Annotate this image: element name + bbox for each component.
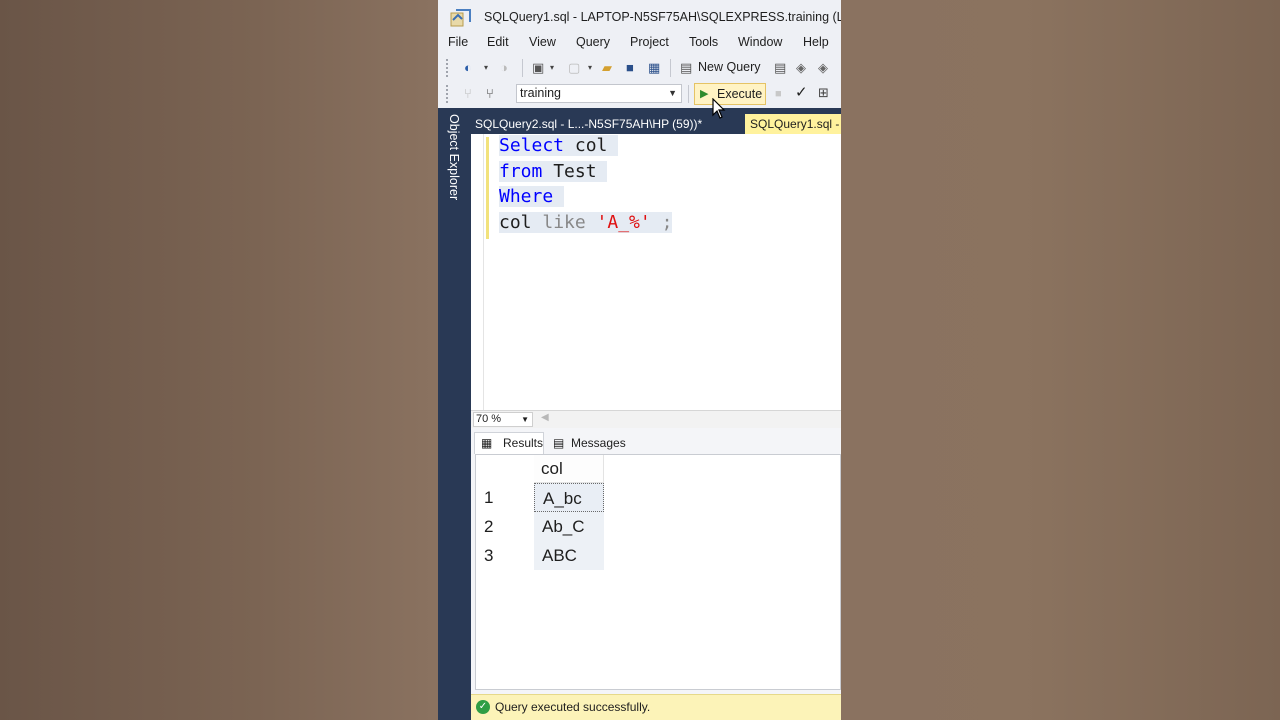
menu-help[interactable]: Help <box>803 35 829 49</box>
messages-tab-label: Messages <box>571 436 626 450</box>
play-icon: ▶ <box>700 88 709 100</box>
mdx-query-icon[interactable]: ◈ <box>796 60 806 76</box>
row-number[interactable]: 1 <box>476 483 534 512</box>
messages-icon: ▤ <box>553 436 565 450</box>
scroll-left-icon[interactable]: ◀ <box>541 412 549 423</box>
row-number[interactable]: 2 <box>476 512 534 541</box>
sql-editor-toolbar: ⑂ ⑂ training ▼ ▶ Execute ■ ✓ ⊞ <box>438 82 841 106</box>
results-grid: col 1 A_bc 2 Ab_C 3 ABC <box>475 454 841 690</box>
add-item-dropdown-icon[interactable]: ▾ <box>588 60 592 76</box>
results-tab-label: Results <box>503 436 544 450</box>
toolbar-separator <box>522 59 523 77</box>
code-text: Test <box>542 161 597 182</box>
execute-button[interactable]: ▶ Execute <box>694 83 766 105</box>
tab-messages[interactable]: ▤ Messages <box>547 434 627 454</box>
results-pane: ▦ Results ▤ Messages col 1 A_bc 2 Ab_C 3… <box>471 428 841 720</box>
ssms-window: SQLQuery1.sql - LAPTOP-N5SF75AH\SQLEXPRE… <box>438 0 841 720</box>
new-query-icon[interactable]: ▤ <box>680 60 692 76</box>
grid-icon: ▦ <box>481 436 493 450</box>
code-line-4: col like 'A_%' ; <box>499 211 673 235</box>
new-query-button[interactable]: New Query <box>698 60 761 74</box>
tab-sqlquery1[interactable]: SQLQuery1.sql - <box>745 114 841 134</box>
menu-edit[interactable]: Edit <box>487 35 509 49</box>
tab-sqlquery2[interactable]: SQLQuery2.sql - L...-N5SF75AH\HP (59))* <box>475 117 702 131</box>
menu-window[interactable]: Window <box>738 35 782 49</box>
result-cell[interactable]: Ab_C <box>534 512 604 541</box>
editor-margin <box>471 134 484 410</box>
back-icon[interactable]: ◐ <box>464 60 472 76</box>
window-title: SQLQuery1.sql - LAPTOP-N5SF75AH\SQLEXPRE… <box>484 10 841 24</box>
code-line-3: Where <box>499 185 565 209</box>
title-bar: SQLQuery1.sql - LAPTOP-N5SF75AH\SQLEXPRE… <box>438 0 841 34</box>
save-all-icon[interactable]: ▦ <box>648 60 660 76</box>
object-explorer-label: Object Explorer <box>447 114 461 201</box>
new-project-dropdown-icon[interactable]: ▾ <box>550 60 554 76</box>
open-file-icon[interactable]: ▰ <box>602 60 612 76</box>
toolbar-separator <box>670 59 671 77</box>
mouse-cursor-icon <box>712 98 726 119</box>
back-dropdown-icon[interactable]: ▾ <box>484 60 488 76</box>
keyword-select: Select <box>499 135 565 156</box>
row-number[interactable]: 3 <box>476 541 534 570</box>
save-icon[interactable]: ■ <box>626 60 634 76</box>
operator-like: like <box>531 212 597 233</box>
forward-icon[interactable]: ◑ <box>500 60 508 76</box>
zoom-value: 70 % <box>476 413 502 425</box>
change-connection-icon[interactable]: ⑂ <box>486 86 494 102</box>
toolbar-grip[interactable] <box>446 59 452 77</box>
code-line-2: from Test <box>499 160 608 184</box>
standard-toolbar: ◐ ▾ ◑ ▣ ▾ ▢ ▾ ▰ ■ ▦ ▤ New Query ▤ ◈ ◈ <box>438 56 841 80</box>
code-line-1: Select col <box>499 134 619 158</box>
menu-query[interactable]: Query <box>576 35 610 49</box>
toolbar-grip[interactable] <box>446 85 452 103</box>
code-text: col <box>564 135 608 156</box>
new-project-icon[interactable]: ▣ <box>532 60 544 76</box>
database-engine-query-icon[interactable]: ▤ <box>774 60 786 76</box>
document-tabs: SQLQuery2.sql - L...-N5SF75AH\HP (59))* … <box>470 108 841 134</box>
code-text: col <box>499 212 532 233</box>
ssms-logo-icon <box>450 9 471 27</box>
keyword-where: Where <box>499 186 554 207</box>
zoom-select[interactable]: 70 % ▼ <box>473 412 533 427</box>
column-header-col[interactable]: col <box>534 455 604 483</box>
menu-view[interactable]: View <box>529 35 556 49</box>
query-editor[interactable]: Select col from Test Where col like 'A_%… <box>471 134 841 410</box>
stop-icon[interactable]: ■ <box>775 86 782 102</box>
change-tracking-bar <box>486 137 489 239</box>
menu-bar: File Edit View Query Project Tools Windo… <box>438 34 841 54</box>
chevron-down-icon: ▼ <box>521 415 529 424</box>
chevron-down-icon: ▼ <box>668 88 677 98</box>
keyword-from: from <box>499 161 543 182</box>
zoom-bar: 70 % ▼ ◀ <box>471 410 841 428</box>
connect-icon[interactable]: ⑂ <box>464 86 472 102</box>
query-status-bar: ✓ Query executed successfully. <box>471 694 841 720</box>
tab-results[interactable]: ▦ Results <box>474 432 544 454</box>
object-explorer-tab[interactable]: Object Explorer <box>438 108 470 720</box>
menu-tools[interactable]: Tools <box>689 35 718 49</box>
dmx-query-icon[interactable]: ◈ <box>818 60 828 76</box>
menu-project[interactable]: Project <box>630 35 669 49</box>
toolbar-separator <box>688 85 689 103</box>
success-check-icon: ✓ <box>476 700 490 714</box>
result-cell[interactable]: A_bc <box>534 483 604 512</box>
display-plan-icon[interactable]: ⊞ <box>818 85 829 101</box>
add-item-icon[interactable]: ▢ <box>568 60 580 76</box>
result-cell[interactable]: ABC <box>534 541 604 570</box>
status-text: Query executed successfully. <box>495 700 651 714</box>
workspace: Object Explorer SQLQuery2.sql - L...-N5S… <box>438 108 841 720</box>
database-value: training <box>520 86 561 100</box>
semicolon: ; <box>650 212 673 233</box>
available-databases-select[interactable]: training ▼ <box>516 84 682 103</box>
menu-file[interactable]: File <box>448 35 468 49</box>
parse-checkmark-icon[interactable]: ✓ <box>795 85 808 101</box>
string-literal: 'A_%' <box>596 212 651 233</box>
